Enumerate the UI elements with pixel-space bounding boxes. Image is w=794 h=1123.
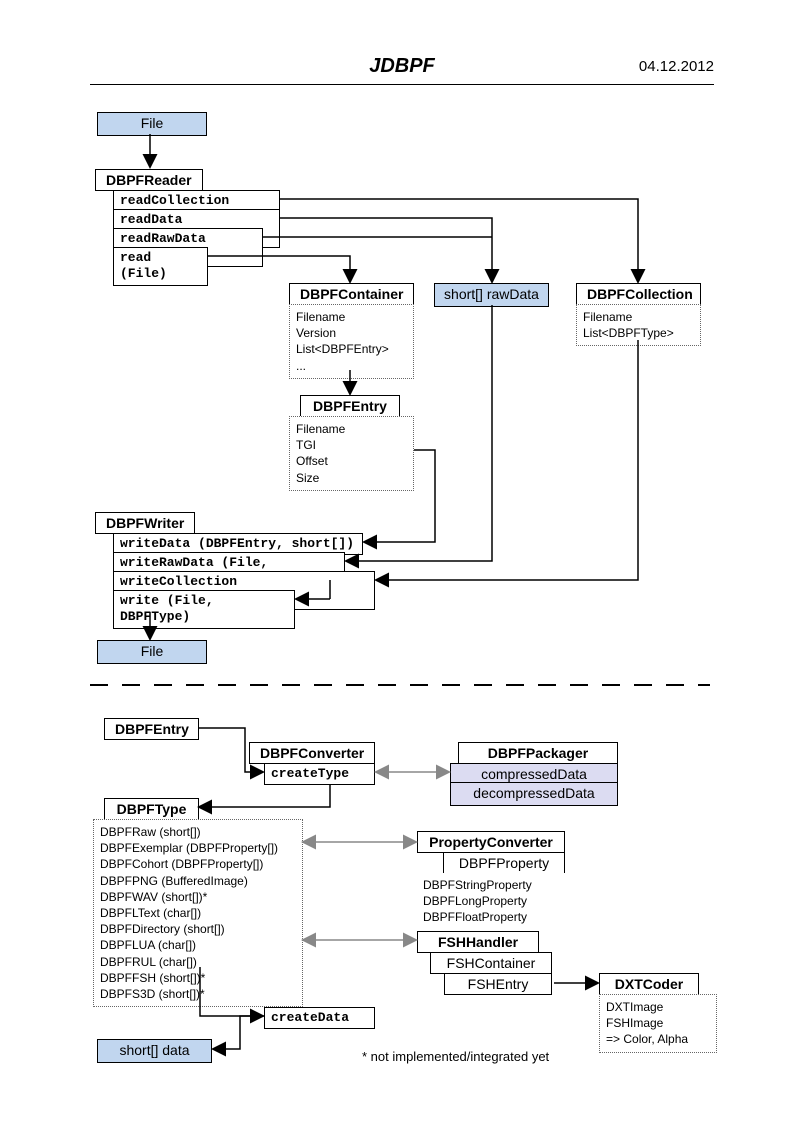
file-bottom-box: File bbox=[97, 640, 207, 664]
create-data-box: createData bbox=[264, 1007, 375, 1029]
fsh-s1: FSHEntry bbox=[444, 973, 552, 995]
file-top-box: File bbox=[97, 112, 207, 136]
dbpf-collection-body: Filename List<DBPFType> bbox=[576, 304, 701, 346]
dbpf-entry-body: Filename TGI Offset Size bbox=[289, 416, 414, 491]
dbpf-container-head: DBPFContainer bbox=[289, 283, 414, 305]
propconv-sub: DBPFProperty bbox=[443, 852, 565, 874]
page-title: JDBPF bbox=[90, 55, 714, 78]
writer-m3: write (File, DBPFType) bbox=[113, 590, 295, 629]
dbpf-entry-head: DBPFEntry bbox=[300, 395, 400, 417]
dbpf-type-body: DBPFRaw (short[]) DBPFExemplar (DBPFProp… bbox=[93, 819, 303, 1007]
dbpf-converter-head: DBPFConverter bbox=[249, 742, 375, 764]
dbpf-converter-m: createType bbox=[264, 763, 375, 785]
dbpf-entry2-head: DBPFEntry bbox=[104, 718, 199, 740]
dbpf-reader-head: DBPFReader bbox=[95, 169, 203, 191]
footnote: * not implemented/integrated yet bbox=[362, 1049, 549, 1064]
propconv-body: DBPFStringProperty DBPFLongProperty DBPF… bbox=[417, 873, 565, 930]
packager-m1: decompressedData bbox=[450, 782, 618, 806]
page-header: JDBPF 04.12.2012 bbox=[90, 55, 714, 85]
dbpf-collection-head: DBPFCollection bbox=[576, 283, 701, 305]
dbpf-type-head: DBPFType bbox=[104, 798, 199, 820]
dbpf-packager-head: DBPFPackager bbox=[458, 742, 618, 764]
dxt-body: DXTImage FSHImage => Color, Alpha bbox=[599, 994, 717, 1053]
dbpf-container-body: Filename Version List<DBPFEntry> ... bbox=[289, 304, 414, 379]
fsh-head: FSHHandler bbox=[417, 931, 539, 953]
reader-m3: read (File) bbox=[113, 247, 208, 286]
dbpf-writer-head: DBPFWriter bbox=[95, 512, 195, 534]
fsh-s0: FSHContainer bbox=[430, 952, 552, 974]
propconv-head: PropertyConverter bbox=[417, 831, 565, 853]
shortdata-box: short[] data bbox=[97, 1039, 212, 1063]
page-date: 04.12.2012 bbox=[639, 58, 714, 75]
rawdata-box: short[] rawData bbox=[434, 283, 549, 307]
dxt-head: DXTCoder bbox=[599, 973, 699, 995]
